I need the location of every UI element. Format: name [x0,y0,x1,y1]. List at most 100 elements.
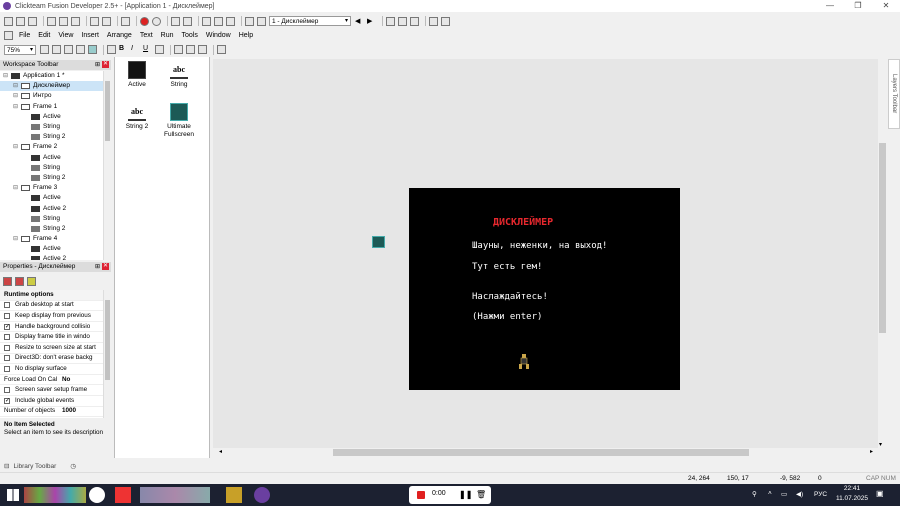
notifications-icon[interactable]: ▣ [876,489,884,498]
props-scrollbar[interactable] [103,290,111,418]
tray-date[interactable]: 11.07.2025 [834,495,870,502]
game-line-2[interactable]: Тут есть гем! [472,262,542,272]
game-line-1[interactable]: Шауны, неженки, на выход! [472,241,607,251]
layers-toolbar-tab[interactable]: Layers Toolbar [888,59,900,129]
menu-view[interactable]: View [58,32,73,39]
object-ultimate-fullscreen[interactable]: Ultimate Fullscreen [157,103,201,139]
object-string-2[interactable]: abc String 2 [115,103,159,131]
expand-icon[interactable]: ⊟ [13,91,19,101]
menu-text[interactable]: Text [140,32,153,39]
tree-item[interactable]: ⊟ Frame 2 [0,142,111,152]
close-icon[interactable]: ✕ [102,263,109,270]
zoom-select[interactable]: 75% [4,44,36,55]
tree-item[interactable]: Active [0,193,111,203]
object-string[interactable]: abc String [157,61,201,89]
yandex-browser-icon[interactable] [89,487,105,503]
checkbox[interactable]: ✓ [4,397,10,404]
redo-icon[interactable] [102,16,111,26]
character-sprite-icon[interactable] [518,353,530,371]
expand-icon[interactable]: ⊟ [13,142,19,152]
menu-edit[interactable]: Edit [38,32,50,39]
fusion-taskbar-icon[interactable] [254,487,270,503]
settings-tab-icon[interactable] [3,277,12,286]
checkbox[interactable]: ✓ [4,323,10,330]
network-icon[interactable]: ▭ [781,490,787,498]
layout-icon[interactable] [441,16,450,26]
tree-item[interactable]: String 2 [0,132,111,142]
text-icon[interactable] [107,45,116,54]
bold-icon[interactable]: B [119,45,128,54]
copy-icon[interactable] [59,16,68,26]
scroll-right-icon[interactable]: ▸ [870,448,873,455]
game-frame[interactable]: ДИСКЛЕЙМЕР Шауны, неженки, на выход! Тут… [409,188,680,390]
record-stop-icon[interactable] [417,491,425,499]
game-line-4[interactable]: (Нажми enter) [472,312,542,322]
volume-icon[interactable]: ◀) [796,490,803,498]
snap-icon[interactable] [64,45,73,54]
record-icon[interactable] [152,16,161,26]
frame-select[interactable]: 1 - Дисклеймер [269,16,351,26]
tree-item[interactable]: ⊟ Frame 4 [0,234,111,244]
game-line-3[interactable]: Наслаждайтесь! [472,292,548,302]
tree-item[interactable]: Active [0,244,111,254]
obj-view-icon[interactable] [88,45,97,54]
start-windows-icon[interactable] [7,489,19,501]
object-active[interactable]: Active [115,61,159,89]
cut-icon[interactable] [47,16,56,26]
align-center-icon[interactable] [186,45,195,54]
align-right-icon[interactable] [198,45,207,54]
property-row[interactable]: Direct3D: don't erase backg [0,354,111,365]
tree-scrollbar[interactable] [103,71,111,260]
menu-window[interactable]: Window [206,32,231,39]
scroll-down-icon[interactable]: ▾ [879,441,882,448]
property-row[interactable]: No display surface [0,364,111,375]
open-icon[interactable] [16,16,25,26]
property-row[interactable]: Number of objects 1000 [0,407,111,418]
run-app-icon[interactable] [386,16,395,26]
stop-icon[interactable] [140,16,149,26]
prev-frame-icon[interactable]: ◀ [355,17,364,26]
frame-editor-icon[interactable] [183,16,192,26]
checkbox[interactable] [4,365,10,372]
clock-icon[interactable]: ◷ [70,462,76,470]
tree-item[interactable]: Active 2 [0,254,111,260]
run-frame-icon[interactable] [398,16,407,26]
expand-icon[interactable]: ⊟ [13,183,19,193]
minimize-button[interactable]: — [816,0,844,12]
fit-icon[interactable] [217,45,226,54]
tree-item[interactable]: ⊟ Интро [0,91,111,101]
grid-toggle-icon[interactable] [52,45,61,54]
align-left-icon[interactable] [174,45,183,54]
menu-run[interactable]: Run [161,32,174,39]
tree-item[interactable]: String [0,214,111,224]
save-icon[interactable] [28,16,37,26]
menu-tools[interactable]: Tools [182,32,198,39]
yandex-icon[interactable] [115,487,131,503]
expand-icon[interactable]: ⊟ [13,234,19,244]
trash-icon[interactable]: 🗑 [476,490,486,499]
tree-item[interactable]: String [0,163,111,173]
event-list-icon[interactable] [214,16,223,26]
list-icon[interactable] [245,16,254,26]
person-icon[interactable]: ⚲ [752,490,757,498]
grid-icon[interactable] [429,16,438,26]
tree-item[interactable]: Active [0,153,111,163]
editor-hscrollbar[interactable]: ◂ ▸ [213,448,879,457]
event-editor-icon[interactable] [202,16,211,26]
property-row[interactable]: Force Load On Cal No [0,375,111,386]
editor-vscrollbar[interactable]: ▾ [878,59,887,448]
checkbox[interactable] [4,387,10,394]
menu-arrange[interactable]: Arrange [107,32,132,39]
menu-help[interactable]: Help [239,32,253,39]
workspace-menu-icon[interactable] [4,30,13,40]
property-row[interactable]: Display frame title in windo [0,332,111,343]
property-row[interactable]: Keep display from previous [0,311,111,322]
tray-language[interactable]: РУС [814,491,827,498]
pause-icon[interactable]: ❚❚ [459,490,472,499]
frame-number-icon[interactable] [257,16,266,26]
help-icon[interactable] [121,16,130,26]
fullscreen-object-icon[interactable] [372,236,385,248]
runtime-tab-icon[interactable] [15,277,24,286]
new-icon[interactable] [4,16,13,26]
tree-item[interactable]: ⊟ Frame 3 [0,183,111,193]
